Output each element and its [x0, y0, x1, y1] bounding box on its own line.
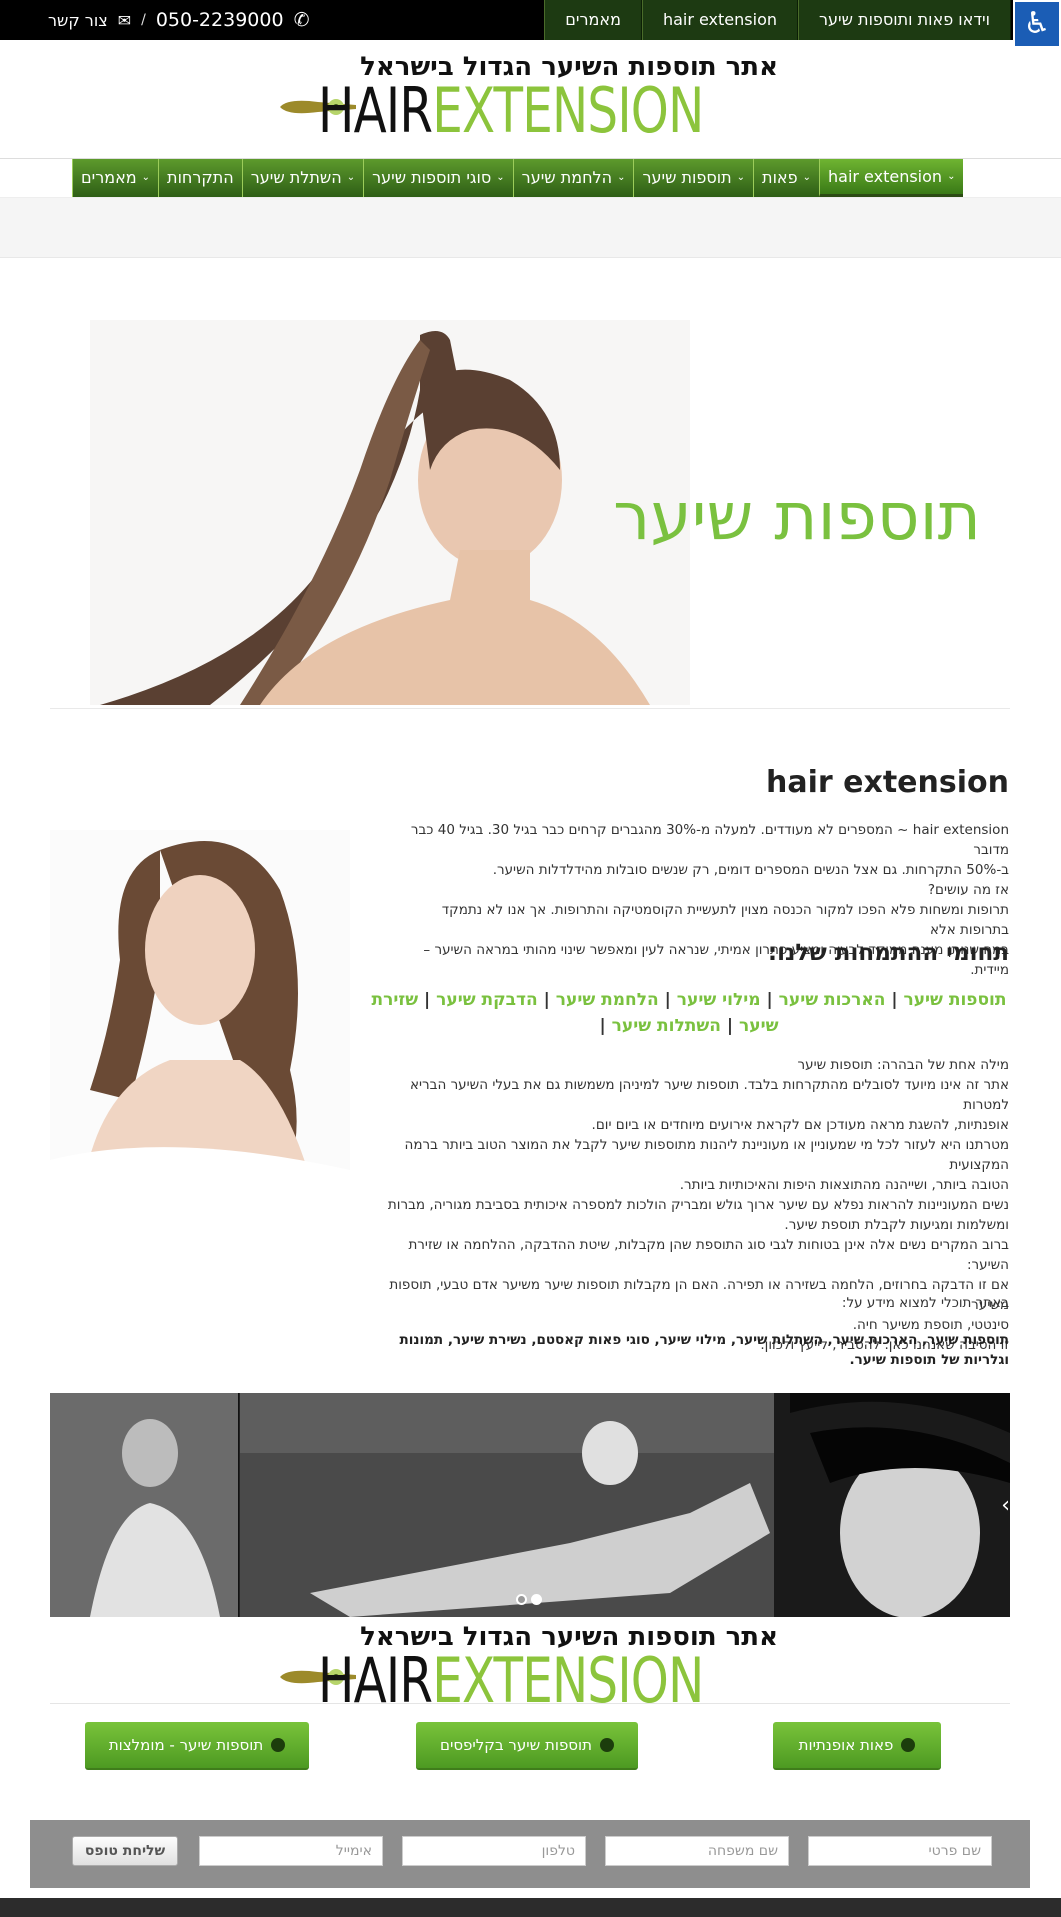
hero-image [90, 320, 690, 705]
last-name-field[interactable]: שם משפחה [605, 1836, 789, 1866]
body-line: מטרתנו היא לעזור לכל מי שמעוניין או מעונ… [404, 1137, 1009, 1173]
accessibility-button[interactable]: ♿ [1013, 0, 1061, 48]
circle-icon [901, 1738, 916, 1752]
phone-field[interactable]: טלפון [402, 1836, 586, 1866]
circle-icon [600, 1738, 614, 1752]
wheelchair-icon: ♿ [1023, 6, 1051, 41]
nav-item-label: תוספות שיער [642, 168, 732, 187]
cta-buttons: פאות אופנתיות תוספות שיער בקליפסים תוספו… [0, 1722, 1061, 1772]
nav-item-label: פאות [762, 168, 798, 187]
topics-line: תוספות שיער, הארכות שיער, השתלות שיער, מ… [399, 1332, 1009, 1368]
main-nav: ⌄ hair extension ⌄ פאות ⌄ תוספות שיער ⌄ הלחמת ש… [72, 159, 964, 197]
top-tab-articles[interactable]: מאמרים [544, 0, 642, 40]
contact-form: שם פרטי שם משפחה טלפון אימייל שליחת טופס [30, 1820, 1030, 1888]
info-line: באתר תוכלי למצוא מידע על: [841, 1295, 1009, 1311]
contact-separator: / [141, 12, 146, 28]
top-bar: וידאו פאות ותוספות שיער hair extension מ… [0, 0, 1061, 40]
specialty-link[interactable]: הדבקת שיער [436, 990, 538, 1010]
contact-bar: ✆ 050-2239000 / ✉ צור קשר [48, 0, 309, 40]
body-line: מילה אחת של הבהרה: תוספות שיער [797, 1057, 1009, 1073]
body-line: ומשלמות ומגיעות לקבלת תוספת שיער. [784, 1217, 1009, 1233]
specialty-link[interactable]: השתלות שיער [612, 1016, 721, 1036]
footer-logo[interactable]: אתר תוספות השיער הגדול בישראל HAIREXTENS… [270, 1622, 790, 1712]
nav-item-label: השתלת שיער [250, 168, 342, 187]
recommended-extensions-button[interactable]: תוספות שיער - מומלצות [85, 1722, 309, 1770]
logo-wordmark: HAIREXTENSION [318, 74, 704, 147]
body-line: אתר זה אינו מיועד לסובלים מהתקרחות בלבד.… [409, 1077, 1009, 1113]
specialty-link[interactable]: תוספות שיער [903, 990, 1006, 1010]
slider-dot-1[interactable] [531, 1594, 542, 1605]
link-separator: | [766, 990, 773, 1010]
nav-item-7[interactable]: ⌄ מאמרים [72, 159, 159, 197]
link-separator: | [891, 990, 898, 1010]
image-slider[interactable]: › [50, 1393, 1010, 1617]
intro-line: ב-50% התקרחות. גם אצל הנשים המספרים דומי… [492, 862, 1009, 878]
fashion-wigs-button[interactable]: פאות אופנתיות [773, 1722, 941, 1770]
intro-line: hair extension ~ המספרים לא מעודדים. למע… [410, 822, 1009, 858]
phone-number[interactable]: 050-2239000 [156, 9, 284, 31]
specialty-links: תוספות שיער | הארכות שיער | מילוי שיער |… [369, 987, 1009, 1039]
link-separator: | [726, 1016, 734, 1036]
email-field[interactable]: אימייל [199, 1836, 383, 1866]
submit-button[interactable]: שליחת טופס [72, 1836, 178, 1866]
clip-in-extensions-button[interactable]: תוספות שיער בקליפסים [416, 1722, 638, 1770]
nav-item-0[interactable]: ⌄ hair extension [819, 159, 964, 197]
gray-band [0, 198, 1061, 258]
chevron-down-icon: ⌄ [802, 172, 811, 183]
link-separator: | [424, 990, 431, 1010]
nav-item-5[interactable]: ⌄ השתלת שיער [241, 159, 364, 197]
specialties-heading: תחומי ההתמחות שלנו: [767, 940, 1009, 966]
main-nav-bar: ⌄ hair extension ⌄ פאות ⌄ תוספות שיער ⌄ הלחמת ש… [0, 158, 1061, 198]
model-image [50, 830, 350, 1215]
envelope-icon: ✉ [117, 10, 132, 30]
nav-item-2[interactable]: ⌄ תוספות שיער [633, 159, 754, 197]
divider [50, 1703, 1010, 1704]
nav-item-label: התקרחות [167, 168, 234, 187]
top-tabs: וידאו פאות ותוספות שיער hair extension מ… [544, 0, 1011, 40]
nav-item-3[interactable]: ⌄ הלחמת שיער [512, 159, 634, 197]
chevron-down-icon: ⌄ [496, 172, 505, 183]
phone-icon: ✆ [293, 9, 310, 31]
nav-item-label: הלחמת שיער [521, 168, 613, 187]
footer-bar [0, 1898, 1061, 1917]
chevron-down-icon: ⌄ [617, 172, 626, 183]
intro-line: אז מה עושים? [927, 882, 1009, 898]
chevron-down-icon: ⌄ [346, 172, 356, 183]
divider [50, 708, 1010, 709]
intro-line: תרופות ומשחות פלא הפכו למקור הכנסה מצוין… [441, 902, 1009, 938]
body-line: נשים המעוניינות להראות נפלא עם שיער ארוך… [387, 1197, 1009, 1213]
chevron-right-icon[interactable]: › [1001, 1493, 1010, 1518]
link-separator: | [543, 990, 550, 1010]
chevron-down-icon: ⌄ [736, 172, 746, 183]
body-line: אופנתיות, להשגת מראה מעודכן אם לקראת איר… [591, 1117, 1009, 1133]
top-tab-hair-extension[interactable]: hair extension [641, 0, 798, 40]
site-logo[interactable]: אתר תוספות השיער הגדול בישראל HAIREXTENS… [270, 52, 790, 142]
body-line: ברוב המקרים נשים אלה אינן בטוחות לגבי סו… [408, 1237, 1009, 1273]
specialty-link[interactable]: מילוי שיער [677, 990, 761, 1010]
chevron-down-icon: ⌄ [947, 170, 956, 182]
circle-icon [271, 1738, 286, 1752]
chevron-down-icon: ⌄ [141, 172, 151, 183]
hero-title: תוספות שיער [613, 478, 981, 555]
nav-item-label: מאמרים [81, 168, 137, 187]
nav-item-4[interactable]: ⌄ סוגי תוספות שיער [363, 159, 513, 197]
top-tab-video[interactable]: וידאו פאות ותוספות שיער [798, 0, 1011, 40]
body-line: הטובה ביותר, ושייהנה מהתוצאות היפות והאי… [679, 1177, 1009, 1193]
content-heading: hair extension [766, 765, 1009, 800]
specialty-link[interactable]: הלחמת שיער [556, 990, 659, 1010]
nav-item-6[interactable]: התקרחות [158, 159, 242, 197]
nav-item-label: hair extension [828, 166, 943, 186]
first-name-field[interactable]: שם פרטי [808, 1836, 992, 1866]
contact-link[interactable]: צור קשר [48, 11, 108, 30]
link-separator: | [664, 990, 671, 1010]
link-separator: | [599, 1016, 606, 1036]
nav-item-label: סוגי תוספות שיער [372, 168, 492, 187]
slider-dots [516, 1594, 542, 1605]
nav-item-1[interactable]: ⌄ פאות [753, 159, 819, 197]
specialty-link[interactable]: הארכות שיער [779, 990, 886, 1010]
slider-dot-2[interactable] [516, 1594, 527, 1605]
